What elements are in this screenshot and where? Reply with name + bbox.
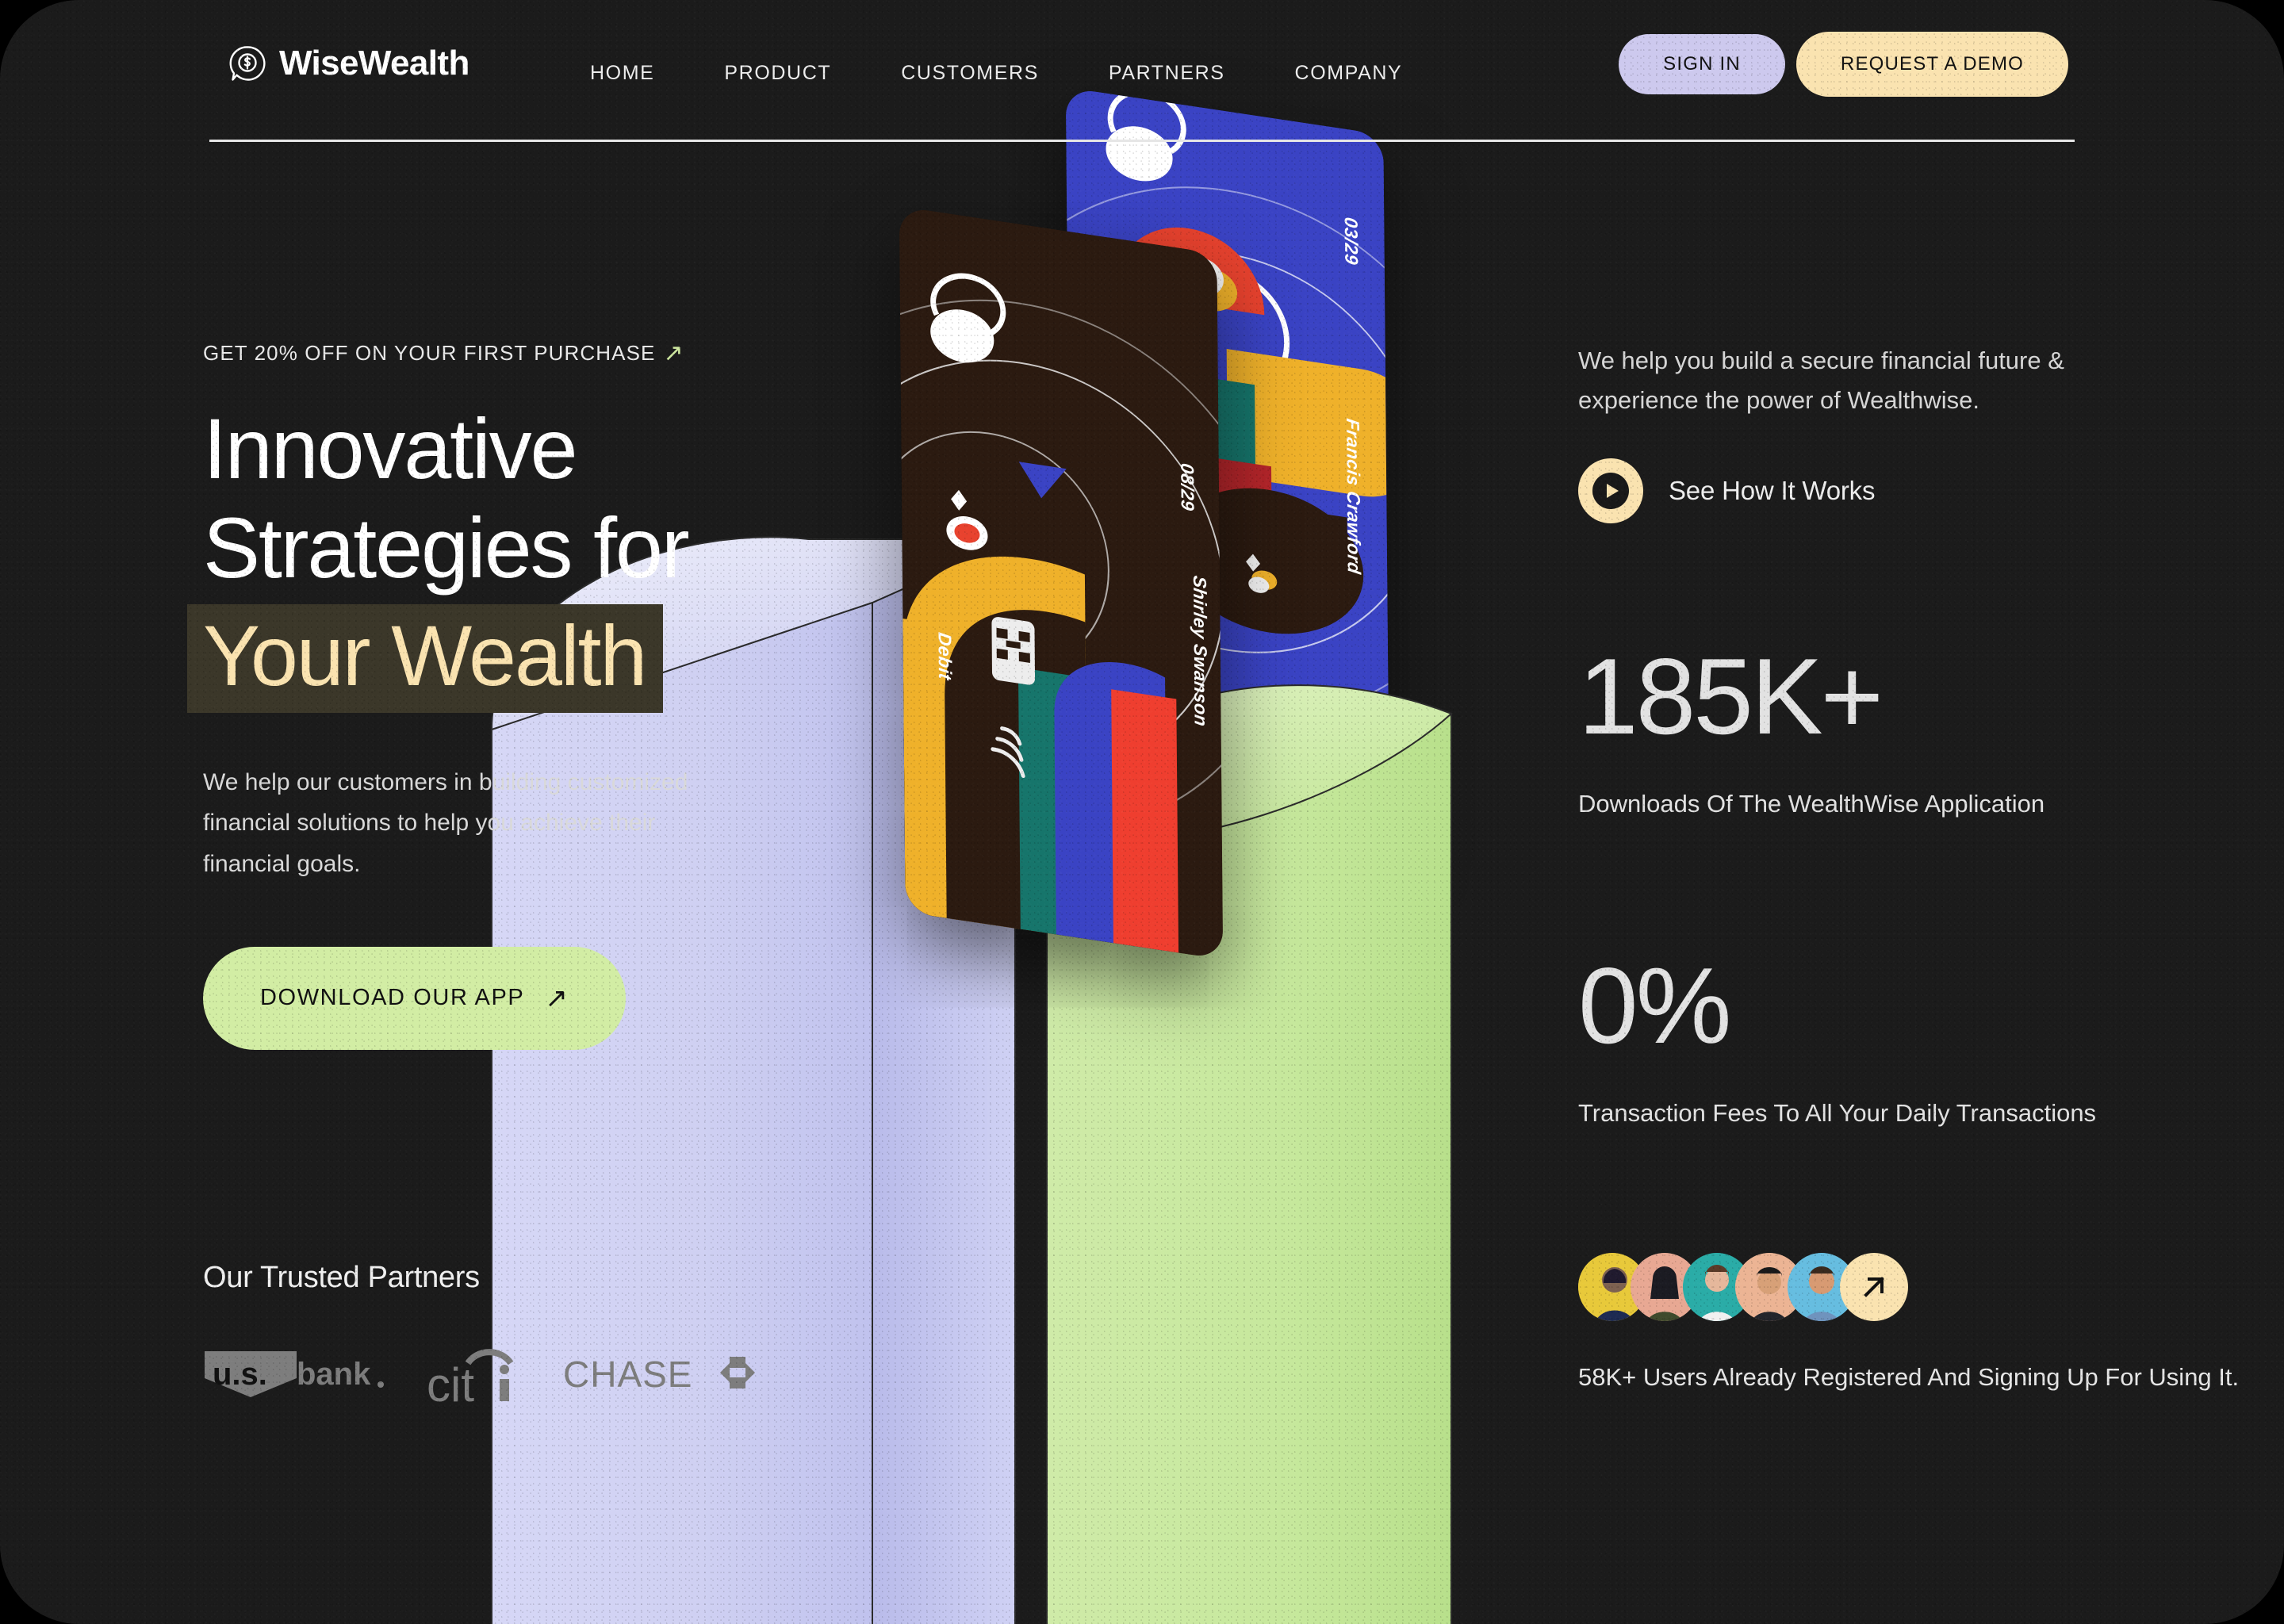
- hero-description: We help our customers in building custom…: [203, 768, 688, 877]
- usbank-logo: u.s. bank: [205, 1351, 384, 1397]
- nav-item-home[interactable]: HOME: [555, 62, 689, 85]
- page-root: 03/29 Francis Crawford 08/29 Debit Shirl…: [0, 0, 2284, 1624]
- svg-text:CHASE: CHASE: [563, 1354, 692, 1395]
- promo-eyebrow-text: GET 20% OFF ON YOUR FIRST PURCHASE: [203, 341, 656, 365]
- dollar-chat-bubble-icon: [229, 46, 266, 81]
- title-line-1: Innovative: [203, 400, 578, 496]
- svg-text:u.s.: u.s.: [213, 1357, 267, 1392]
- stat-fees-value: 0%: [1578, 945, 1732, 1066]
- stat-downloads-value: 185K+: [1578, 636, 1884, 756]
- see-how-it-works-link[interactable]: See How It Works: [1578, 458, 2070, 524]
- download-app-label: DOWNLOAD OUR APP: [260, 985, 525, 1011]
- stat-fees: 0% Transaction Fees To All Your Daily Tr…: [1578, 952, 2096, 1134]
- nav-item-customers[interactable]: CUSTOMERS: [866, 62, 1074, 85]
- brand-name: WiseWealth: [279, 44, 469, 82]
- secure-future-text: We help you build a secure financial fut…: [1578, 347, 2064, 415]
- arrow-up-right-icon: ↗: [663, 339, 684, 366]
- play-icon-inner: [1592, 473, 1629, 510]
- play-triangle: [1606, 484, 1619, 499]
- header-actions: SIGN IN REQUEST A DEMO: [1619, 32, 2068, 97]
- main-nav: HOME PRODUCT CUSTOMERS PARTNERS COMPANY: [555, 62, 1437, 85]
- nav-item-company[interactable]: COMPANY: [1260, 62, 1438, 85]
- registered-users-text: 58K+ Users Already Registered And Signin…: [1578, 1363, 2240, 1391]
- partner-logo-list: u.s. bank cit CHASE: [203, 1344, 760, 1404]
- stat-downloads: 185K+ Downloads Of The WealthWise Applic…: [1578, 642, 2044, 825]
- page-title: Innovative Strategies for Your Wealth: [187, 399, 964, 713]
- view-all-users-button[interactable]: [1840, 1253, 1908, 1321]
- title-highlight: Your Wealth: [187, 603, 664, 713]
- arrow-up-right-icon: [1864, 1277, 1884, 1297]
- svg-text:bank: bank: [297, 1357, 371, 1392]
- see-how-it-works-label: See How It Works: [1669, 476, 1876, 506]
- trusted-partners: Our Trusted Partners u.s. bank cit CHASE: [203, 1261, 760, 1404]
- download-app-button[interactable]: DOWNLOAD OUR APP ↗: [203, 946, 627, 1050]
- arrow-up-right-icon: ↗: [545, 982, 569, 1013]
- header-divider: [209, 140, 2075, 142]
- promo-eyebrow[interactable]: GET 20% OFF ON YOUR FIRST PURCHASE ↗: [203, 341, 964, 366]
- title-line-2: Strategies for: [203, 500, 690, 596]
- play-icon: [1578, 458, 1643, 524]
- nav-item-partners[interactable]: PARTNERS: [1074, 62, 1260, 85]
- partners-title: Our Trusted Partners: [203, 1261, 480, 1294]
- stat-fees-label: Transaction Fees To All Your Daily Trans…: [1578, 1099, 2097, 1127]
- stat-downloads-label: Downloads Of The WealthWise Application: [1578, 790, 2045, 818]
- brand-logo[interactable]: WiseWealth: [228, 44, 469, 83]
- card-dark-holder: Shirley Swanson: [1189, 574, 1212, 729]
- hero-right-column: We help you build a secure financial fut…: [1578, 341, 2070, 524]
- card-blue-expiry: 03/29: [1341, 216, 1362, 266]
- nav-item-product[interactable]: PRODUCT: [689, 62, 866, 85]
- avatar-group: [1578, 1253, 2239, 1321]
- svg-text:cit: cit: [427, 1358, 474, 1404]
- card-blue-holder: Francis Crawford: [1343, 417, 1366, 576]
- social-proof: 58K+ Users Already Registered And Signin…: [1578, 1253, 2239, 1397]
- chase-logo: CHASE: [563, 1354, 755, 1395]
- hero-left-column: GET 20% OFF ON YOUR FIRST PURCHASE ↗ Inn…: [187, 341, 964, 1050]
- card-dark-expiry: 08/29: [1177, 462, 1199, 513]
- site-header: WiseWealth HOME PRODUCT CUSTOMERS PARTNE…: [0, 0, 2284, 144]
- sign-in-button[interactable]: SIGN IN: [1619, 34, 1785, 94]
- citi-logo: cit: [427, 1349, 514, 1404]
- request-demo-button[interactable]: REQUEST A DEMO: [1795, 32, 2068, 97]
